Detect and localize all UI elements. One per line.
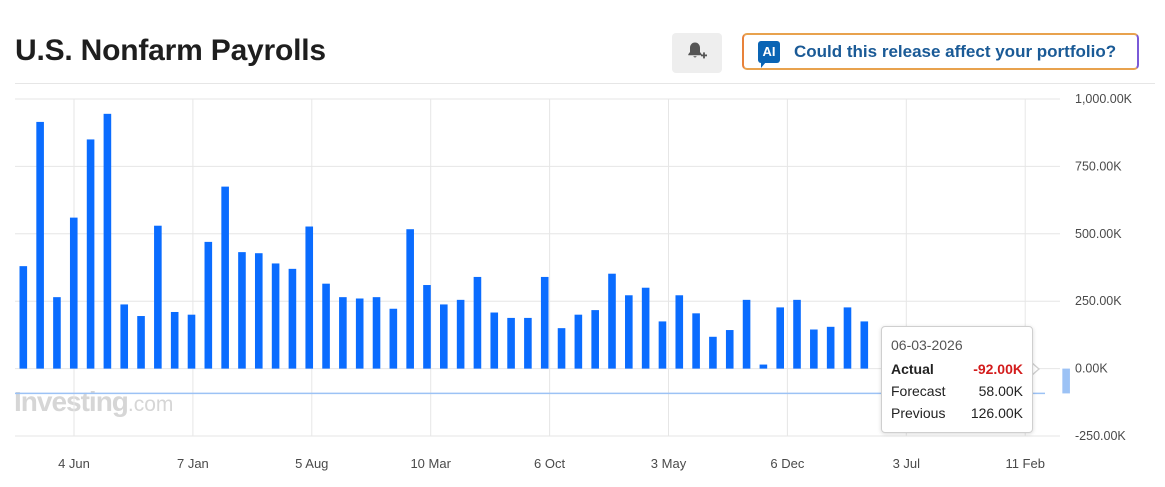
ai-portfolio-label: Could this release affect your portfolio… (794, 41, 1117, 61)
tooltip-forecast-label: Forecast (891, 383, 946, 399)
bar (69, 217, 78, 369)
tooltip-previous-label: Previous (891, 405, 946, 421)
y-axis-labels: 1,000.00K 750.00K 500.00K 250.00K 0.00K -250.… (1075, 92, 1133, 443)
bar (826, 326, 835, 369)
tooltip-actual-row: Actual -92.00K (891, 358, 1023, 380)
bar (170, 311, 179, 369)
bar (355, 298, 364, 369)
x-tick-label: 11 Feb (1005, 456, 1045, 471)
bell-plus-icon (685, 39, 709, 68)
bar (608, 273, 616, 369)
bar (221, 186, 229, 369)
bar (658, 321, 667, 369)
bar (238, 252, 246, 369)
bar (692, 313, 700, 369)
bar (709, 336, 717, 369)
bar (204, 241, 213, 369)
bar (860, 321, 869, 369)
tooltip-forecast-row: Forecast 58.00K (891, 380, 1023, 402)
tooltip-forecast-value: 58.00K (978, 383, 1023, 399)
x-tick-label: 4 Jun (58, 456, 90, 471)
bar (810, 329, 818, 369)
bar (557, 328, 566, 369)
x-tick-label: 7 Jan (177, 456, 209, 471)
bar (725, 330, 734, 369)
ai-chat-icon: AI (758, 40, 780, 68)
bar (625, 295, 633, 369)
bar (322, 283, 330, 369)
x-tick-label: 6 Oct (534, 456, 565, 471)
bar (389, 308, 398, 369)
ai-portfolio-button[interactable]: AI Could this release affect your portfo… (742, 33, 1139, 70)
bar (86, 139, 95, 369)
bar (254, 253, 263, 369)
bar (540, 276, 549, 369)
bar (793, 299, 801, 369)
tooltip-previous-row: Previous 126.00K (891, 402, 1023, 424)
x-tick-label: 5 Aug (295, 456, 328, 471)
bar (843, 307, 852, 369)
data-tooltip: 06-03-2026 Actual -92.00K Forecast 58.00… (881, 326, 1033, 433)
bar (36, 121, 44, 369)
bar (675, 295, 684, 369)
y-tick-label: 0.00K (1075, 362, 1108, 376)
x-tick-label: 3 Jul (893, 456, 921, 471)
bar (440, 304, 448, 369)
bar (120, 304, 129, 369)
bar (759, 364, 768, 369)
bar (288, 268, 297, 369)
y-tick-label: -250.00K (1075, 429, 1126, 443)
bar (423, 285, 431, 369)
bar (406, 229, 414, 369)
page-title: U.S. Nonfarm Payrolls (15, 34, 326, 67)
add-alert-button[interactable] (672, 33, 722, 73)
bar (591, 310, 599, 369)
latest-bar (1062, 368, 1070, 394)
bar (339, 297, 347, 369)
bar (154, 225, 162, 369)
bar (137, 316, 145, 369)
y-tick-label: 1,000.00K (1075, 92, 1133, 106)
bar (19, 266, 28, 369)
bar (372, 297, 381, 369)
bar (490, 312, 499, 369)
y-tick-label: 750.00K (1075, 159, 1122, 173)
x-tick-label: 10 Mar (410, 456, 451, 471)
bar (53, 297, 61, 369)
bar (271, 263, 280, 369)
tooltip-date: 06-03-2026 (891, 337, 963, 353)
bar (742, 299, 751, 369)
y-tick-label: 250.00K (1075, 294, 1122, 308)
y-tick-label: 500.00K (1075, 227, 1122, 241)
bar (574, 314, 583, 369)
tooltip-previous-value: 126.00K (970, 405, 1023, 421)
bar (456, 299, 465, 369)
bar (641, 287, 650, 369)
bar (776, 307, 784, 369)
tooltip-actual-value: -92.00K (973, 361, 1023, 377)
tooltip-actual-label: Actual (891, 361, 934, 377)
bar (524, 317, 532, 369)
x-axis-labels: 4 Jun 7 Jan 5 Aug 10 Mar 6 Oct 3 May 6 Dec 3 Ju… (58, 456, 1045, 471)
x-tick-label: 6 Dec (770, 456, 804, 471)
bar (305, 226, 314, 369)
bar (103, 113, 112, 369)
x-tick-label: 3 May (651, 456, 687, 471)
bar (507, 317, 515, 369)
bar (473, 276, 482, 369)
bar (187, 314, 196, 369)
